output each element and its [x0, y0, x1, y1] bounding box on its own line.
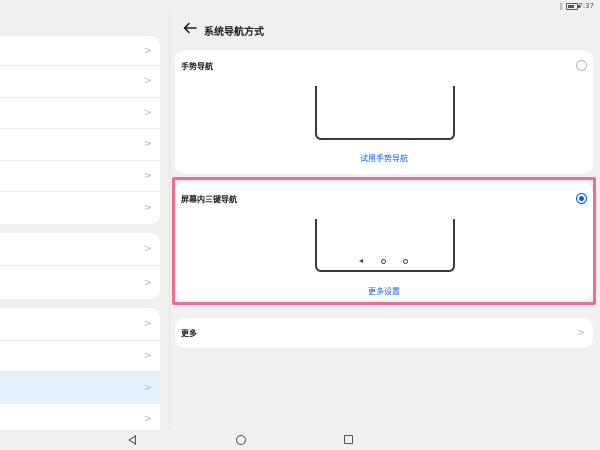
chevron-right-icon: >: [143, 413, 152, 425]
page-header: 系统导航方式: [170, 14, 600, 48]
more-label: 更多: [181, 329, 197, 338]
list-item[interactable]: >: [0, 308, 160, 341]
settings-group-3: > > > >: [0, 308, 160, 430]
chevron-right-icon: >: [143, 350, 152, 362]
circle-home-icon[interactable]: [236, 435, 246, 445]
list-item[interactable]: >: [0, 66, 160, 98]
list-item[interactable]: >: [0, 36, 160, 66]
chevron-right-icon: >: [143, 45, 152, 56]
list-item[interactable]: >: [0, 233, 160, 266]
arrow-left-icon[interactable]: [181, 19, 199, 37]
chevron-right-icon: >: [143, 138, 152, 150]
list-item[interactable]: >: [0, 266, 160, 299]
chevron-right-icon: >: [576, 327, 585, 339]
triangle-back-icon[interactable]: [128, 435, 136, 445]
list-item[interactable]: >: [0, 192, 160, 224]
list-item[interactable]: >: [0, 98, 160, 129]
list-item[interactable]: >: [0, 129, 160, 161]
chevron-right-icon: >: [143, 170, 152, 182]
gesture-navigation-radio[interactable]: [576, 60, 587, 71]
pane-divider: [169, 14, 170, 430]
bluetooth-icon: ᛒ: [559, 2, 564, 11]
list-item[interactable]: >: [0, 161, 160, 192]
battery-icon: [566, 3, 580, 10]
chevron-right-icon: >: [143, 202, 152, 214]
system-navigation-bar: [0, 430, 600, 450]
more-row[interactable]: 更多 >: [175, 318, 593, 348]
left-settings-pane: > > > > > > > > > > > >: [0, 0, 170, 430]
chevron-right-icon: >: [143, 107, 152, 119]
try-gesture-navigation-link[interactable]: 试用手势导航: [175, 153, 593, 164]
gesture-phone-illustration: [315, 86, 455, 140]
highlight-box: [172, 177, 596, 305]
settings-group-2: > >: [0, 233, 160, 299]
chevron-right-icon: >: [143, 382, 152, 393]
square-recent-icon[interactable]: [344, 435, 353, 444]
chevron-right-icon: >: [143, 243, 152, 255]
chevron-right-icon: >: [143, 277, 152, 288]
status-time: 7:37: [578, 2, 594, 10]
chevron-right-icon: >: [143, 318, 152, 330]
list-item-system-navigation[interactable]: >: [0, 372, 160, 404]
settings-group-1: > > > > > >: [0, 36, 160, 224]
list-item[interactable]: >: [0, 341, 160, 372]
gesture-navigation-label: 手势导航: [181, 62, 213, 71]
chevron-right-icon: >: [143, 75, 152, 87]
page-title: 系统导航方式: [204, 27, 264, 38]
list-item[interactable]: >: [0, 404, 160, 430]
gesture-navigation-card[interactable]: 手势导航 试用手势导航: [175, 50, 593, 174]
